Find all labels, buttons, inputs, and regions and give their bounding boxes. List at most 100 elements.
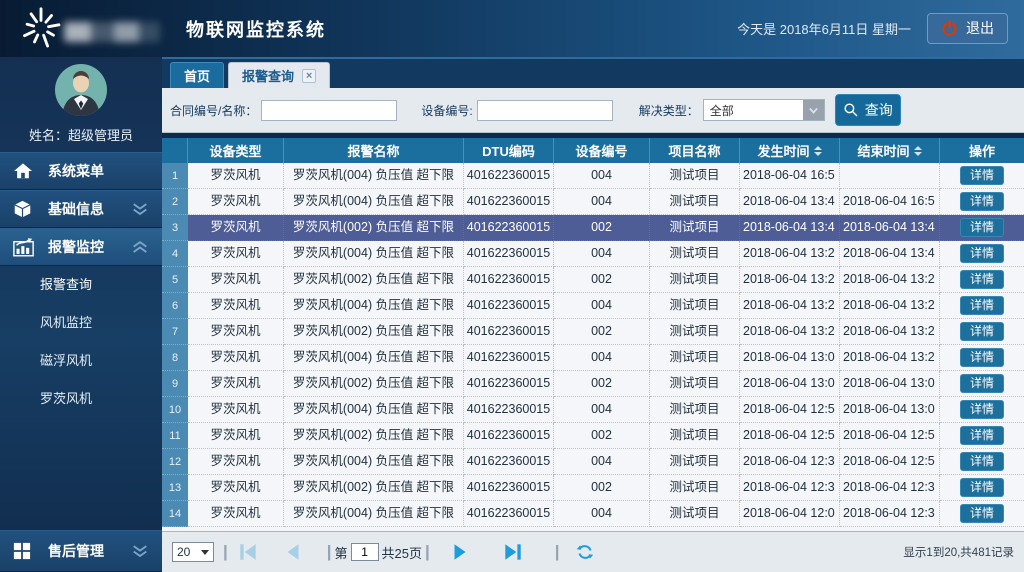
detail-button[interactable]: 详情 xyxy=(960,452,1004,471)
cell-end-time: 2018-06-04 13:4 xyxy=(840,241,940,267)
cell-end-time: 2018-06-04 12:5 xyxy=(840,449,940,475)
avatar xyxy=(55,64,107,121)
table-row[interactable]: 2 罗茨风机 罗茨风机(004) 负压值 超下限 401622360015 00… xyxy=(162,189,1024,215)
cell-device-no: 002 xyxy=(554,371,650,397)
cell-start-time: 2018-06-04 12:0 xyxy=(740,501,840,527)
cell-device-type: 罗茨风机 xyxy=(188,267,284,293)
chevron-down-icon[interactable] xyxy=(803,100,824,120)
tab-home[interactable]: 首页 xyxy=(170,62,224,88)
detail-button[interactable]: 详情 xyxy=(960,270,1004,289)
cell-end-time: 2018-06-04 13:0 xyxy=(840,371,940,397)
refresh-icon[interactable] xyxy=(575,542,595,562)
cell-alarm-name: 罗茨风机(004) 负压值 超下限 xyxy=(284,449,464,475)
sidebar-item-basic-info[interactable]: 基础信息 xyxy=(0,190,162,228)
column-header-end-time[interactable]: 结束时间 xyxy=(840,138,940,163)
date-text: 今天是 2018年6月11日 星期一 xyxy=(737,19,911,38)
table-row[interactable]: 5 罗茨风机 罗茨风机(002) 负压值 超下限 401622360015 00… xyxy=(162,267,1024,293)
cell-device-no: 002 xyxy=(554,423,650,449)
detail-button[interactable]: 详情 xyxy=(960,374,1004,393)
tab-bar: 首页 报警查询 × xyxy=(162,57,1024,88)
cell-dtu-code: 401622360015 xyxy=(464,475,554,501)
detail-button[interactable]: 详情 xyxy=(960,296,1004,315)
contract-input[interactable] xyxy=(261,100,397,121)
cell-device-no: 004 xyxy=(554,449,650,475)
page-suffix: 共25页 xyxy=(382,543,422,562)
table-row[interactable]: 11 罗茨风机 罗茨风机(002) 负压值 超下限 401622360015 0… xyxy=(162,423,1024,449)
sort-arrows-icon[interactable] xyxy=(814,146,822,156)
close-icon[interactable]: × xyxy=(302,69,316,83)
cell-alarm-name: 罗茨风机(004) 负压值 超下限 xyxy=(284,241,464,267)
detail-button[interactable]: 详情 xyxy=(960,348,1004,367)
table-body: 1 罗茨风机 罗茨风机(004) 负压值 超下限 401622360015 00… xyxy=(162,163,1024,527)
top-header: 物联网监控系统 今天是 2018年6月11日 星期一 退出 xyxy=(0,0,1024,57)
table-row[interactable]: 8 罗茨风机 罗茨风机(004) 负压值 超下限 401622360015 00… xyxy=(162,345,1024,371)
cell-project: 测试项目 xyxy=(650,293,740,319)
table-row[interactable]: 13 罗茨风机 罗茨风机(002) 负压值 超下限 401622360015 0… xyxy=(162,475,1024,501)
cell-alarm-name: 罗茨风机(002) 负压值 超下限 xyxy=(284,423,464,449)
sidebar-item-alarm-monitor[interactable]: 报警监控 xyxy=(0,228,162,266)
search-button[interactable]: 查询 xyxy=(835,94,901,126)
sidebar-item-maglev-fan[interactable]: 磁浮风机 xyxy=(0,342,162,380)
detail-button[interactable]: 详情 xyxy=(960,192,1004,211)
cell-project: 测试项目 xyxy=(650,163,740,189)
cell-start-time: 2018-06-04 12:5 xyxy=(740,423,840,449)
cell-alarm-name: 罗茨风机(002) 负压值 超下限 xyxy=(284,267,464,293)
cell-device-no: 004 xyxy=(554,293,650,319)
cell-device-no: 004 xyxy=(554,241,650,267)
cell-project: 测试项目 xyxy=(650,423,740,449)
logout-button[interactable]: 退出 xyxy=(927,13,1008,44)
table-header: 设备类型 报警名称 DTU编码 设备编号 项目名称 发生时间 结束时间 操作 xyxy=(162,138,1024,163)
sidebar-item-alarm-query[interactable]: 报警查询 xyxy=(0,266,162,304)
user-box: 姓名：超级管理员 xyxy=(0,57,162,152)
detail-button[interactable]: 详情 xyxy=(960,478,1004,497)
cell-device-no: 004 xyxy=(554,189,650,215)
sort-arrows-icon[interactable] xyxy=(914,146,922,156)
row-number: 6 xyxy=(162,293,188,319)
cell-project: 测试项目 xyxy=(650,189,740,215)
page-size-select[interactable]: 20 xyxy=(172,542,214,562)
table-row[interactable]: 3 罗茨风机 罗茨风机(002) 负压值 超下限 401622360015 00… xyxy=(162,215,1024,241)
table-row[interactable]: 7 罗茨风机 罗茨风机(002) 负压值 超下限 401622360015 00… xyxy=(162,319,1024,345)
table-row[interactable]: 6 罗茨风机 罗茨风机(004) 负压值 超下限 401622360015 00… xyxy=(162,293,1024,319)
row-number: 13 xyxy=(162,475,188,501)
detail-button[interactable]: 详情 xyxy=(960,400,1004,419)
row-number: 10 xyxy=(162,397,188,423)
detail-button[interactable]: 详情 xyxy=(960,426,1004,445)
cell-end-time xyxy=(840,163,940,189)
device-no-label: 设备编号: xyxy=(421,102,472,119)
cell-dtu-code: 401622360015 xyxy=(464,397,554,423)
cell-dtu-code: 401622360015 xyxy=(464,267,554,293)
page-number-input[interactable] xyxy=(351,543,379,561)
cell-device-type: 罗茨风机 xyxy=(188,189,284,215)
prev-page-icon[interactable] xyxy=(282,541,304,563)
cell-alarm-name: 罗茨风机(004) 负压值 超下限 xyxy=(284,345,464,371)
column-header-start-time[interactable]: 发生时间 xyxy=(740,138,840,163)
sidebar-item-fan-monitor[interactable]: 风机监控 xyxy=(0,304,162,342)
row-number: 2 xyxy=(162,189,188,215)
tab-alarm-query[interactable]: 报警查询 × xyxy=(228,62,330,88)
table-row[interactable]: 1 罗茨风机 罗茨风机(004) 负压值 超下限 401622360015 00… xyxy=(162,163,1024,189)
sidebar-item-system-menu[interactable]: 系统菜单 xyxy=(0,152,162,190)
column-header-alarm-name: 报警名称 xyxy=(284,138,464,163)
column-header-dtu-code: DTU编码 xyxy=(464,138,554,163)
sidebar-item-aftersale[interactable]: 售后管理 xyxy=(0,530,162,572)
sidebar-item-roots-fan[interactable]: 罗茨风机 xyxy=(0,380,162,418)
detail-button[interactable]: 详情 xyxy=(960,244,1004,263)
next-page-icon[interactable] xyxy=(449,541,471,563)
cell-device-type: 罗茨风机 xyxy=(188,345,284,371)
table-row[interactable]: 14 罗茨风机 罗茨风机(004) 负压值 超下限 401622360015 0… xyxy=(162,501,1024,527)
table-row[interactable]: 10 罗茨风机 罗茨风机(004) 负压值 超下限 401622360015 0… xyxy=(162,397,1024,423)
cell-dtu-code: 401622360015 xyxy=(464,215,554,241)
solve-type-select[interactable]: 全部 xyxy=(703,99,825,121)
detail-button[interactable]: 详情 xyxy=(960,166,1004,185)
cell-alarm-name: 罗茨风机(004) 负压值 超下限 xyxy=(284,501,464,527)
table-row[interactable]: 12 罗茨风机 罗茨风机(004) 负压值 超下限 401622360015 0… xyxy=(162,449,1024,475)
table-row[interactable]: 4 罗茨风机 罗茨风机(004) 负压值 超下限 401622360015 00… xyxy=(162,241,1024,267)
detail-button[interactable]: 详情 xyxy=(960,322,1004,341)
detail-button[interactable]: 详情 xyxy=(960,218,1004,237)
last-page-icon[interactable] xyxy=(502,541,524,563)
first-page-icon[interactable] xyxy=(237,541,259,563)
table-row[interactable]: 9 罗茨风机 罗茨风机(002) 负压值 超下限 401622360015 00… xyxy=(162,371,1024,397)
detail-button[interactable]: 详情 xyxy=(960,504,1004,523)
device-no-input[interactable] xyxy=(477,100,613,121)
